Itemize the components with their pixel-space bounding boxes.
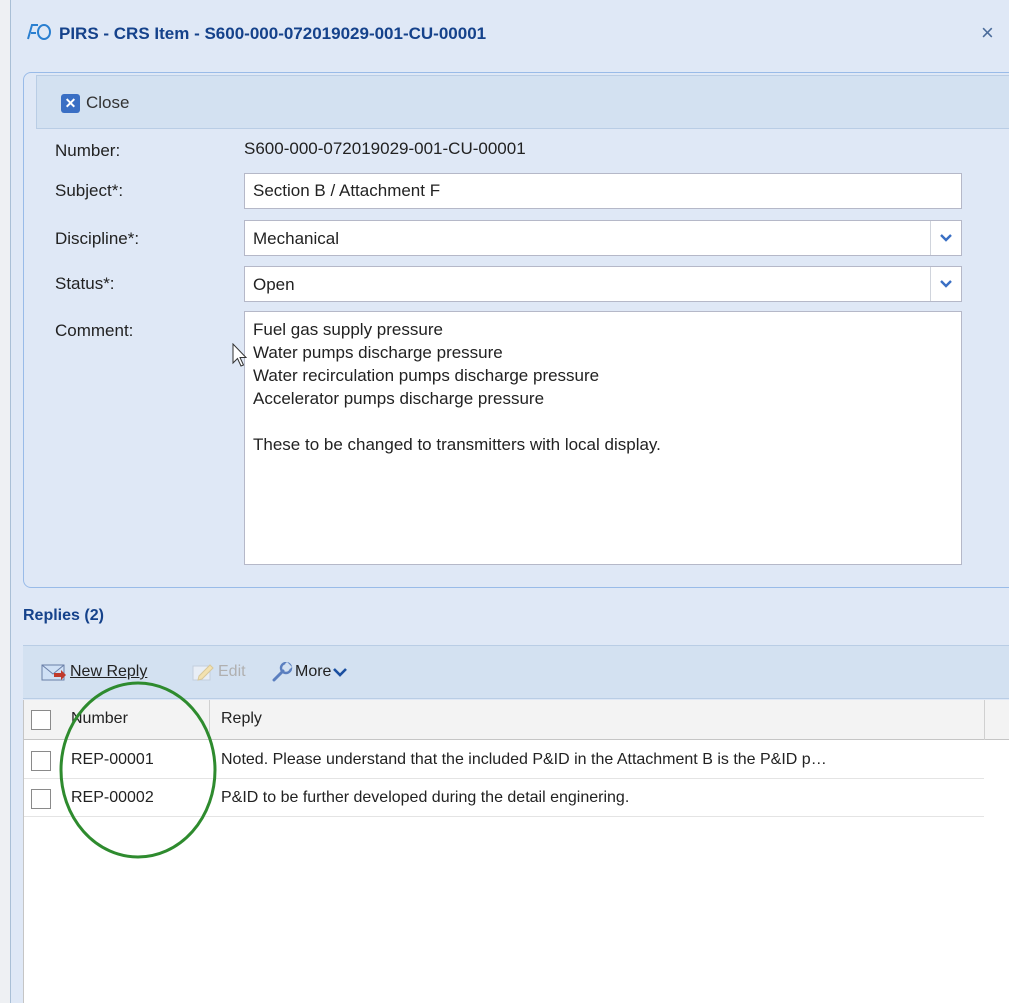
- replies-grid: Number Reply REP-00001 Noted. Please und…: [23, 700, 1009, 1003]
- replies-toolbar: New Reply Edit More: [23, 645, 1009, 699]
- chevron-down-icon: [333, 668, 348, 677]
- discipline-select[interactable]: Mechanical: [244, 220, 962, 256]
- number-label: Number:: [55, 141, 121, 160]
- reply-text: P&ID to be further developed during the …: [221, 789, 630, 806]
- close-button[interactable]: ✕ Close: [61, 93, 129, 113]
- app-logo-icon: [27, 24, 51, 40]
- row-checkbox[interactable]: [31, 789, 51, 809]
- discipline-dropdown-trigger[interactable]: [930, 221, 961, 255]
- reply-text: Noted. Please understand that the includ…: [221, 751, 827, 768]
- table-row[interactable]: REP-00001 Noted. Please understand that …: [24, 742, 984, 779]
- comment-line: ​: [253, 410, 953, 433]
- comment-line: Water recirculation pumps discharge pres…: [253, 366, 600, 385]
- close-icon: ✕: [61, 93, 80, 113]
- status-value: Open: [253, 275, 295, 294]
- column-divider[interactable]: [209, 700, 210, 740]
- mouse-cursor-icon: [232, 343, 248, 367]
- new-reply-button[interactable]: New Reply: [41, 662, 147, 682]
- close-button-label: Close: [86, 93, 130, 112]
- grid-header: Number Reply: [24, 700, 1009, 740]
- new-reply-label: New Reply: [70, 663, 148, 680]
- comment-label: Comment:: [55, 321, 134, 340]
- chevron-down-icon: [940, 234, 952, 242]
- subject-field[interactable]: Section B / Attachment F: [244, 173, 962, 209]
- edit-button[interactable]: Edit: [191, 662, 246, 682]
- status-dropdown-trigger[interactable]: [930, 267, 961, 301]
- comment-line: Water pumps discharge pressure: [253, 343, 503, 362]
- select-all-checkbox[interactable]: [31, 710, 51, 730]
- discipline-value: Mechanical: [253, 229, 339, 248]
- column-header-number[interactable]: Number: [71, 710, 128, 728]
- number-value: S600-000-072019029-001-CU-00001: [244, 139, 526, 158]
- item-form-panel: ✕ Close Number: S600-000-072019029-001-C…: [23, 72, 1009, 588]
- comment-line: These to be changed to transmitters with…: [253, 435, 661, 454]
- row-checkbox[interactable]: [31, 751, 51, 771]
- background-strip: [0, 0, 10, 1003]
- more-label: More: [295, 663, 332, 680]
- reply-number: REP-00002: [71, 789, 154, 806]
- subject-label: Subject*:: [55, 181, 124, 200]
- table-row[interactable]: REP-00002 P&ID to be further developed d…: [24, 780, 984, 817]
- status-label: Status*:: [55, 274, 115, 293]
- edit-icon: [192, 664, 214, 681]
- comment-textarea[interactable]: Fuel gas supply pressure Water pumps dis…: [244, 311, 962, 565]
- crs-item-window: PIRS - CRS Item - S600-000-072019029-001…: [10, 0, 1009, 1003]
- status-select[interactable]: Open: [244, 266, 962, 302]
- more-menu-button[interactable]: More: [271, 662, 348, 682]
- form-toolbar: ✕ Close: [36, 75, 1009, 129]
- reply-number: REP-00001: [71, 751, 154, 768]
- column-divider[interactable]: [984, 700, 985, 740]
- new-mail-icon: [41, 664, 66, 681]
- replies-header: Replies (2): [23, 607, 104, 624]
- wrench-icon: [272, 662, 293, 682]
- comment-line: Fuel gas supply pressure: [253, 320, 443, 339]
- chevron-down-icon: [940, 280, 952, 288]
- window-title: PIRS - CRS Item - S600-000-072019029-001…: [59, 24, 487, 43]
- discipline-label: Discipline*:: [55, 229, 140, 248]
- comment-line: Accelerator pumps discharge pressure: [253, 389, 545, 408]
- window-titlebar[interactable]: PIRS - CRS Item - S600-000-072019029-001…: [11, 0, 1009, 68]
- window-close-icon[interactable]: ×: [981, 22, 994, 44]
- column-header-reply[interactable]: Reply: [221, 710, 262, 728]
- edit-label: Edit: [218, 663, 246, 680]
